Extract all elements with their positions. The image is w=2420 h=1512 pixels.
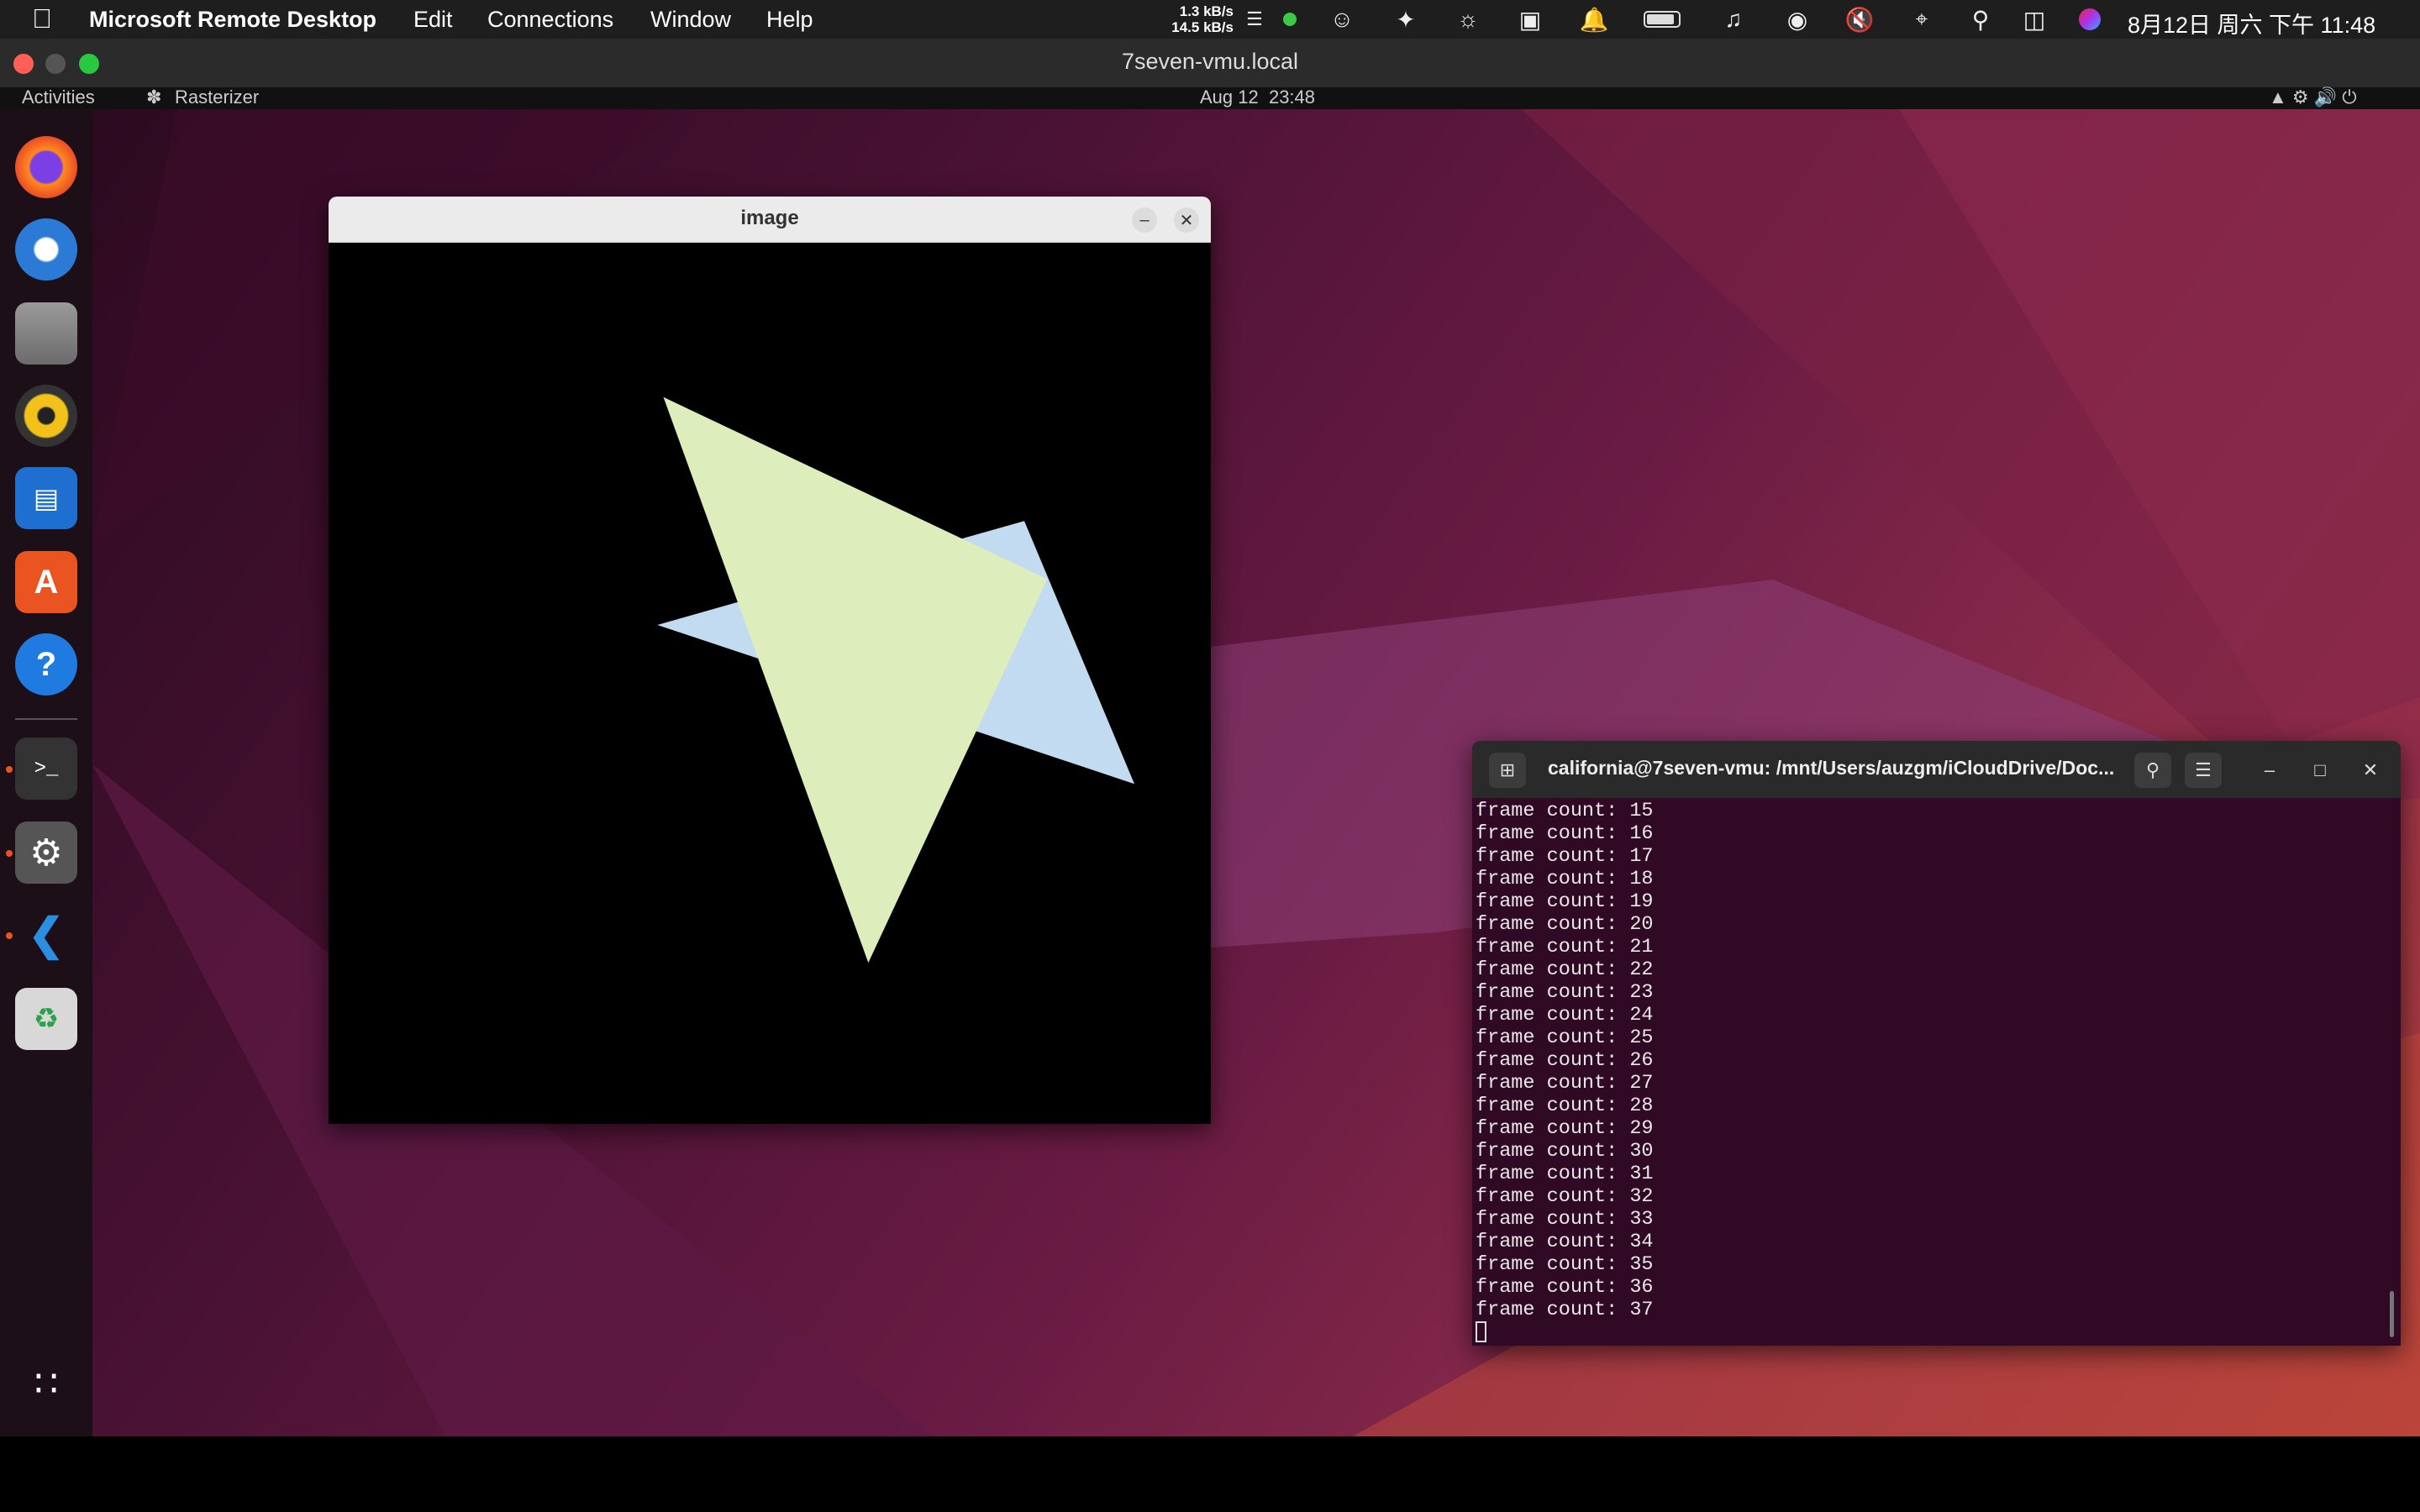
dock-separator (15, 718, 77, 720)
terminal-icon[interactable]: >_ (15, 738, 77, 800)
terminal-line: frame count: 18 (1476, 868, 1654, 890)
firefox-icon[interactable] (15, 136, 77, 198)
terminal-line: frame count: 31 (1476, 1163, 1654, 1185)
terminal-cursor (1476, 1321, 1654, 1344)
terminal-line: frame count: 37 (1476, 1299, 1654, 1321)
show-apps-icon[interactable]: ∷ (15, 1352, 77, 1415)
writer-icon[interactable]: ▤ (15, 467, 77, 529)
image-window-titlebar[interactable]: image – ✕ (329, 197, 1211, 243)
pointer-icon[interactable]: ✦ (1392, 5, 1420, 34)
battery-icon[interactable] (1640, 5, 1684, 34)
network-speed[interactable]: 1.3 kB/s 14.5 kB/s (1160, 3, 1234, 35)
letterbox-bottom (0, 1436, 2420, 1512)
terminal-line: frame count: 26 (1476, 1049, 1654, 1072)
siri-icon[interactable] (2075, 5, 2104, 34)
status-dot-icon (1276, 5, 1304, 34)
trash-icon[interactable]: ♻ (15, 988, 77, 1050)
ubuntu-clock[interactable]: Aug 12 23:48 (1200, 87, 1315, 108)
system-tray-icons[interactable]: ▲ ⚙ 🔊 ⏻ (2269, 87, 2357, 108)
terminal-window[interactable]: ⊞ california@7seven-vmu: /mnt/Users/auzg… (1472, 741, 2401, 1346)
activities-button[interactable]: Activities (22, 87, 95, 108)
menu-connections[interactable]: Connections (487, 7, 613, 33)
face-icon[interactable]: ☺ (1328, 5, 1356, 34)
menu-window[interactable]: Window (650, 7, 731, 33)
terminal-line: frame count: 24 (1476, 1004, 1654, 1026)
mac-menubar:  Microsoft Remote Desktop Edit Connecti… (0, 0, 2420, 39)
search-button[interactable]: ⚲ (2134, 753, 2171, 788)
control-center-icon[interactable]: ◫ (2020, 5, 2049, 34)
net-up: 1.3 kB/s (1179, 3, 1234, 19)
terminal-scrollbar[interactable] (2390, 1291, 2394, 1337)
ubuntu-topbar: Activities ✽ Rasterizer Aug 12 23:48 ▲ ⚙… (0, 87, 2420, 109)
image-window-title: image (740, 207, 799, 229)
music-icon[interactable]: ♫ (1719, 5, 1748, 34)
user-icon[interactable]: ◉ (1783, 5, 1812, 34)
rasterizer-app-icon: ✽ (146, 87, 162, 108)
apple-icon[interactable]:  (32, 3, 52, 34)
mute-icon[interactable]: 🔇 (1845, 5, 1875, 34)
minimize-button[interactable]: – (2257, 758, 2282, 783)
maximize-button[interactable]: □ (2307, 758, 2333, 783)
terminal-line: frame count: 16 (1476, 822, 1654, 845)
search-icon[interactable]: ⚲ (1966, 5, 1995, 34)
terminal-line: frame count: 17 (1476, 845, 1654, 868)
terminal-line: frame count: 23 (1476, 981, 1654, 1004)
image-window[interactable]: image – ✕ (329, 197, 1211, 1124)
thunderbird-icon[interactable]: ✉ (15, 218, 77, 281)
app-center-icon[interactable]: A (15, 551, 77, 613)
terminal-running-dot (6, 766, 13, 773)
vscode-running-dot (6, 932, 13, 939)
terminal-line: frame count: 27 (1476, 1072, 1654, 1095)
terminal-line: frame count: 36 (1476, 1276, 1654, 1299)
menu-edit[interactable]: Edit (413, 7, 453, 33)
clapper-icon[interactable]: ▣ (1516, 5, 1544, 34)
terminal-line: frame count: 15 (1476, 800, 1654, 822)
menubar-clock[interactable]: 8月12日 周六 下午 11:48 (2128, 7, 2375, 39)
terminal-line: frame count: 28 (1476, 1095, 1654, 1117)
close-button[interactable]: ✕ (1174, 207, 1199, 233)
terminal-line: frame count: 32 (1476, 1185, 1654, 1208)
terminal-line: frame count: 33 (1476, 1208, 1654, 1231)
remote-window-title: 7seven-vmu.local (1121, 49, 1299, 74)
rhythmbox-icon[interactable] (15, 385, 77, 447)
app-menu[interactable]: Microsoft Remote Desktop (89, 7, 376, 33)
notification-icon[interactable]: 🔔 (1580, 5, 1609, 34)
dock: ✉ ▤ A ? >_ ⚙ ❮ ♻ ∷ (0, 109, 92, 1436)
net-down: 14.5 kB/s (1171, 19, 1234, 35)
stats-icon[interactable]: ☰ (1240, 5, 1269, 34)
terminal-title: california@7seven-vmu: /mnt/Users/auzgm/… (1548, 757, 2115, 779)
wifi-icon[interactable]: ⌖ (1907, 5, 1936, 34)
hamburger-menu-button[interactable]: ☰ (2185, 753, 2222, 788)
terminal-line: frame count: 22 (1476, 958, 1654, 981)
settings-running-dot (6, 850, 13, 857)
terminal-output[interactable]: frame count: 15 frame count: 16 frame coun… (1476, 800, 1654, 1344)
rasterizer-app-menu[interactable]: Rasterizer (175, 87, 259, 108)
files-icon[interactable] (15, 302, 77, 365)
terminal-titlebar[interactable]: ⊞ california@7seven-vmu: /mnt/Users/auzg… (1472, 741, 2401, 798)
terminal-line: frame count: 30 (1476, 1140, 1654, 1163)
terminal-line: frame count: 25 (1476, 1026, 1654, 1049)
render-canvas (329, 243, 1211, 1124)
green-triangle (663, 396, 1048, 963)
settings-icon[interactable]: ⚙ (15, 822, 77, 884)
vscode-icon[interactable]: ❮ (15, 904, 77, 966)
terminal-line: frame count: 21 (1476, 936, 1654, 958)
terminal-line: frame count: 34 (1476, 1231, 1654, 1253)
new-tab-button[interactable]: ⊞ (1489, 753, 1526, 788)
brightness-icon[interactable]: ☼ (1454, 5, 1482, 34)
menu-help[interactable]: Help (766, 7, 813, 33)
terminal-line: frame count: 19 (1476, 890, 1654, 913)
terminal-line: frame count: 20 (1476, 913, 1654, 936)
help-icon[interactable]: ? (15, 633, 77, 696)
terminal-line: frame count: 29 (1476, 1117, 1654, 1140)
close-button[interactable]: ✕ (2358, 758, 2383, 783)
terminal-line: frame count: 35 (1476, 1253, 1654, 1276)
minimize-button[interactable]: – (1132, 207, 1157, 233)
